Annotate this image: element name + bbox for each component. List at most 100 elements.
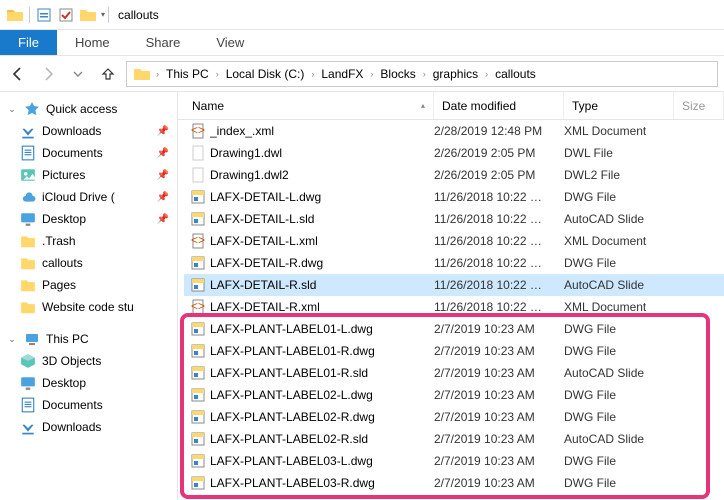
crumb[interactable]: callouts bbox=[491, 67, 540, 81]
chevron-right-icon[interactable]: › bbox=[310, 69, 315, 79]
tab-view[interactable]: View bbox=[198, 30, 262, 55]
file-row[interactable]: LAFX-DETAIL-L.sld11/26/2018 10:22 …AutoC… bbox=[184, 208, 724, 230]
file-date: 2/7/2019 10:23 AM bbox=[434, 322, 564, 336]
sidebar-quick-access[interactable]: ⌄ Quick access bbox=[0, 98, 177, 120]
crumb[interactable]: graphics bbox=[429, 67, 482, 81]
file-icon bbox=[190, 145, 206, 161]
file-row[interactable]: LAFX-PLANT-LABEL01-L.dwg2/7/2019 10:23 A… bbox=[184, 318, 724, 340]
file-name: LAFX-PLANT-LABEL01-R.dwg bbox=[210, 344, 434, 358]
file-type: XML Document bbox=[564, 300, 684, 314]
file-row[interactable]: LAFX-PLANT-LABEL02-R.sld2/7/2019 10:23 A… bbox=[184, 428, 724, 450]
window-title: callouts bbox=[118, 8, 159, 22]
desktop-icon bbox=[20, 211, 36, 227]
sidebar-item[interactable]: iCloud Drive (📌 bbox=[0, 186, 177, 208]
file-row[interactable]: LAFX-PLANT-LABEL02-R.dwg2/7/2019 10:23 A… bbox=[184, 406, 724, 428]
file-date: 11/26/2018 10:22 … bbox=[434, 278, 564, 292]
sidebar-item[interactable]: Desktop bbox=[0, 372, 177, 394]
file-name: LAFX-DETAIL-R.xml bbox=[210, 300, 434, 314]
file-row[interactable]: LAFX-PLANT-LABEL03-L.dwg2/7/2019 10:23 A… bbox=[184, 450, 724, 472]
chevron-right-icon[interactable]: › bbox=[369, 69, 374, 79]
sidebar-item-label: .Trash bbox=[42, 234, 76, 248]
file-date: 11/26/2018 10:22 … bbox=[434, 256, 564, 270]
up-button[interactable] bbox=[96, 62, 120, 86]
chevron-right-icon[interactable]: › bbox=[422, 69, 427, 79]
sidebar-item-label: Desktop bbox=[42, 376, 86, 390]
crumb[interactable]: This PC bbox=[162, 67, 213, 81]
sidebar-item[interactable]: Downloads📌 bbox=[0, 120, 177, 142]
qa-check-icon[interactable] bbox=[58, 7, 74, 23]
col-size[interactable]: Size bbox=[674, 92, 724, 119]
file-row[interactable]: <>LAFX-DETAIL-L.xml11/26/2018 10:22 …XML… bbox=[184, 230, 724, 252]
folder-icon bbox=[7, 7, 23, 23]
qa-dropdown-icon[interactable]: ▾ bbox=[101, 10, 105, 19]
file-date: 2/28/2019 12:48 PM bbox=[434, 124, 564, 138]
tab-share[interactable]: Share bbox=[128, 30, 199, 55]
recent-dropdown[interactable] bbox=[66, 62, 90, 86]
crumb[interactable]: Blocks bbox=[376, 67, 419, 81]
chevron-right-icon[interactable]: › bbox=[215, 69, 220, 79]
tab-home[interactable]: Home bbox=[57, 30, 128, 55]
col-date[interactable]: Date modified bbox=[434, 92, 564, 119]
sidebar-item[interactable]: Pictures📌 bbox=[0, 164, 177, 186]
file-date: 2/7/2019 10:23 AM bbox=[434, 476, 564, 490]
chevron-right-icon[interactable]: › bbox=[155, 69, 160, 79]
file-date: 11/26/2018 10:22 … bbox=[434, 234, 564, 248]
file-date: 2/26/2019 2:05 PM bbox=[434, 146, 564, 160]
sidebar-item[interactable]: Desktop📌 bbox=[0, 208, 177, 230]
file-row[interactable]: LAFX-DETAIL-R.sld11/26/2018 10:22 …AutoC… bbox=[184, 274, 724, 296]
pin-icon: 📌 bbox=[157, 192, 169, 203]
col-name[interactable]: Name▴ bbox=[184, 92, 434, 119]
file-type: DWG File bbox=[564, 454, 684, 468]
address-bar[interactable]: › This PC› Local Disk (C:)› LandFX› Bloc… bbox=[126, 61, 718, 87]
sidebar-this-pc[interactable]: ⌄ This PC bbox=[0, 328, 177, 350]
file-row[interactable]: <>_index_.xml2/28/2019 12:48 PMXML Docum… bbox=[184, 120, 724, 142]
file-row[interactable]: LAFX-DETAIL-R.dwg11/26/2018 10:22 …DWG F… bbox=[184, 252, 724, 274]
file-row[interactable]: LAFX-PLANT-LABEL03-R.dwg2/7/2019 10:23 A… bbox=[184, 472, 724, 494]
col-type[interactable]: Type bbox=[564, 92, 674, 119]
file-row[interactable]: LAFX-PLANT-LABEL02-L.dwg2/7/2019 10:23 A… bbox=[184, 384, 724, 406]
file-name: LAFX-DETAIL-R.dwg bbox=[210, 256, 434, 270]
file-tab[interactable]: File bbox=[0, 30, 57, 55]
file-icon bbox=[190, 321, 206, 337]
file-type: AutoCAD Slide bbox=[564, 432, 684, 446]
file-name: LAFX-DETAIL-R.sld bbox=[210, 278, 434, 292]
file-row[interactable]: Drawing1.dwl22/26/2019 2:05 PMDWL2 File bbox=[184, 164, 724, 186]
pin-icon: 📌 bbox=[157, 214, 169, 225]
chevron-right-icon[interactable]: › bbox=[484, 69, 489, 79]
sidebar-item[interactable]: callouts bbox=[0, 252, 177, 274]
sidebar-item[interactable]: Documents📌 bbox=[0, 142, 177, 164]
file-row[interactable]: <>LAFX-DETAIL-R.xml11/26/2018 10:22 …XML… bbox=[184, 296, 724, 318]
crumb[interactable]: Local Disk (C:) bbox=[222, 67, 309, 81]
file-row[interactable]: Drawing1.dwl2/26/2019 2:05 PMDWL File bbox=[184, 142, 724, 164]
file-name: LAFX-PLANT-LABEL02-R.sld bbox=[210, 432, 434, 446]
sidebar-item[interactable]: 3D Objects bbox=[0, 350, 177, 372]
file-icon bbox=[190, 211, 206, 227]
file-type: AutoCAD Slide bbox=[564, 212, 684, 226]
qa-folder-icon[interactable] bbox=[80, 7, 96, 23]
file-type: DWG File bbox=[564, 410, 684, 424]
file-name: LAFX-PLANT-LABEL02-R.dwg bbox=[210, 410, 434, 424]
file-name: Drawing1.dwl2 bbox=[210, 168, 434, 182]
file-type: AutoCAD Slide bbox=[564, 366, 684, 380]
file-row[interactable]: LAFX-PLANT-LABEL01-R.dwg2/7/2019 10:23 A… bbox=[184, 340, 724, 362]
sidebar-item[interactable]: Website code stu bbox=[0, 296, 177, 318]
pin-icon: 📌 bbox=[157, 170, 169, 181]
file-date: 2/7/2019 10:23 AM bbox=[434, 344, 564, 358]
collapse-icon[interactable]: ⌄ bbox=[6, 334, 18, 345]
forward-button[interactable] bbox=[36, 62, 60, 86]
file-icon bbox=[190, 189, 206, 205]
sidebar-item[interactable]: Downloads bbox=[0, 416, 177, 438]
file-row[interactable]: LAFX-DETAIL-L.dwg11/26/2018 10:22 …DWG F… bbox=[184, 186, 724, 208]
folder-icon bbox=[20, 277, 36, 293]
file-row[interactable]: LAFX-PLANT-LABEL01-R.sld2/7/2019 10:23 A… bbox=[184, 362, 724, 384]
collapse-icon[interactable]: ⌄ bbox=[6, 104, 18, 115]
file-type: DWL File bbox=[564, 146, 684, 160]
qa-properties-icon[interactable] bbox=[36, 7, 52, 23]
sidebar-item[interactable]: Pages bbox=[0, 274, 177, 296]
back-button[interactable] bbox=[6, 62, 30, 86]
file-icon bbox=[190, 475, 206, 491]
file-list: <>_index_.xml2/28/2019 12:48 PMXML Docum… bbox=[178, 120, 724, 500]
sidebar-item[interactable]: .Trash bbox=[0, 230, 177, 252]
crumb[interactable]: LandFX bbox=[317, 67, 367, 81]
sidebar-item[interactable]: Documents bbox=[0, 394, 177, 416]
